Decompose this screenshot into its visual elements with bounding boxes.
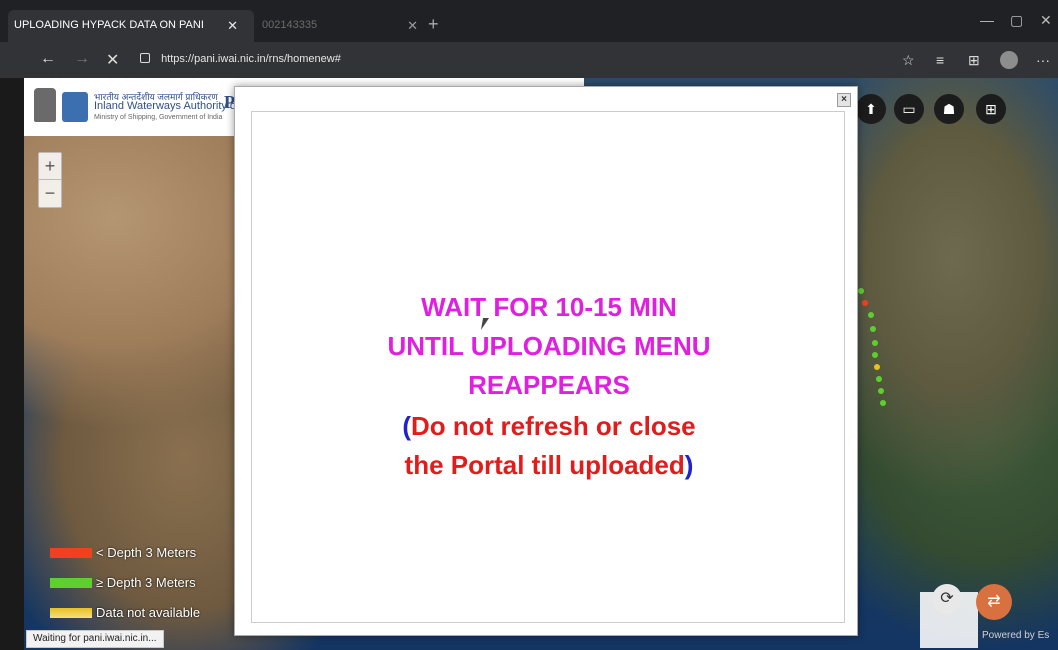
wait-message-line: WAIT FOR 10-15 MIN: [421, 292, 677, 322]
depth-point: [872, 340, 878, 346]
users-icon[interactable]: ☗: [934, 94, 964, 124]
maximize-icon[interactable]: ▢: [1010, 12, 1023, 29]
tab-title: UPLOADING HYPACK DATA ON PANI: [14, 19, 204, 31]
forward-icon[interactable]: →: [74, 50, 90, 68]
legend-item: ≥ Depth 3 Meters: [50, 574, 196, 590]
legend-swatch: [50, 547, 92, 558]
legend-label: ≥ Depth 3 Meters: [96, 575, 196, 591]
depth-point: [858, 288, 864, 294]
depth-point: [862, 300, 868, 306]
warning-text: Do not refresh or close: [411, 411, 696, 441]
lock-icon: [140, 53, 150, 63]
minimize-icon[interactable]: —: [980, 12, 994, 28]
legend-swatch: [50, 577, 92, 588]
depth-point: [868, 312, 874, 318]
paren-open: (: [402, 411, 412, 441]
back-icon[interactable]: ←: [40, 50, 56, 68]
zoom-out-button[interactable]: −: [39, 180, 61, 207]
org-subtitle: Ministry of Shipping, Government of Indi…: [94, 114, 223, 121]
map-attribution: Powered by Es: [982, 630, 1050, 641]
url-text: https://pani.iwai.nic.in/rns/homenew#: [161, 53, 341, 65]
depth-point: [876, 376, 882, 382]
tab-active[interactable]: UPLOADING HYPACK DATA ON PANI ✕: [8, 10, 254, 42]
legend-swatch: [50, 607, 92, 618]
close-dialog-button[interactable]: ×: [837, 93, 851, 107]
upload-wait-dialog: × WAIT FOR 10-15 MIN UNTIL UPLOADING MEN…: [234, 86, 858, 636]
url-field[interactable]: https://pani.iwai.nic.in/rns/homenew#: [132, 48, 872, 72]
title-bar: UPLOADING HYPACK DATA ON PANI ✕ 00214333…: [0, 0, 1058, 42]
dialog-content: WAIT FOR 10-15 MIN UNTIL UPLOADING MENU …: [251, 111, 845, 623]
depth-point: [870, 326, 876, 332]
legend-label: < Depth 3 Meters: [96, 545, 197, 561]
iwai-logo: [62, 92, 88, 122]
tab-inactive-title: 002143335: [262, 19, 318, 31]
profile-avatar[interactable]: [1000, 51, 1018, 69]
tab-inactive[interactable]: 002143335 ✕: [254, 12, 424, 40]
wait-message-line: UNTIL UPLOADING MENU: [387, 331, 711, 361]
new-tab-icon[interactable]: +: [428, 14, 439, 35]
status-bar: Waiting for pani.iwai.nic.in...: [26, 630, 164, 648]
warning-text: the Portal till uploaded: [404, 450, 685, 480]
favorite-icon[interactable]: ☆: [902, 52, 915, 69]
favorites-list-icon[interactable]: ≡: [936, 52, 944, 68]
tab-close-icon[interactable]: ✕: [407, 18, 418, 34]
address-bar: ← → ✕ https://pani.iwai.nic.in/rns/homen…: [0, 42, 1058, 78]
upload-icon[interactable]: ⬆: [856, 94, 886, 124]
warning-message-line: (Do not refresh or close: [252, 407, 846, 446]
depth-point: [878, 388, 884, 394]
browser-window: UPLOADING HYPACK DATA ON PANI ✕ 00214333…: [0, 0, 1058, 650]
legend-item: < Depth 3 Meters: [50, 544, 196, 560]
zoom-control: + −: [38, 152, 62, 208]
paren-close: ): [684, 450, 694, 480]
refresh-icon[interactable]: ⟳: [932, 584, 962, 614]
depth-point: [880, 400, 886, 406]
window-close-icon[interactable]: ✕: [1040, 12, 1052, 29]
more-icon[interactable]: ···: [1036, 52, 1050, 68]
tab-close-icon[interactable]: ✕: [227, 18, 238, 34]
wait-message-line: REAPPEARS: [468, 370, 630, 400]
legend-label: Data not available: [96, 605, 201, 621]
action-button[interactable]: ⇄: [976, 584, 1012, 620]
grid-icon[interactable]: ⊞: [976, 94, 1006, 124]
depth-point: [874, 364, 880, 370]
legend-item: Data not available: [50, 604, 200, 620]
depth-point: [872, 352, 878, 358]
folder-icon[interactable]: ▭: [894, 94, 924, 124]
stop-loading-icon[interactable]: ✕: [106, 50, 119, 70]
national-emblem-icon: [34, 88, 56, 122]
collections-icon[interactable]: ⊞: [968, 52, 980, 69]
zoom-in-button[interactable]: +: [39, 153, 61, 180]
warning-message-line: the Portal till uploaded): [252, 446, 846, 485]
